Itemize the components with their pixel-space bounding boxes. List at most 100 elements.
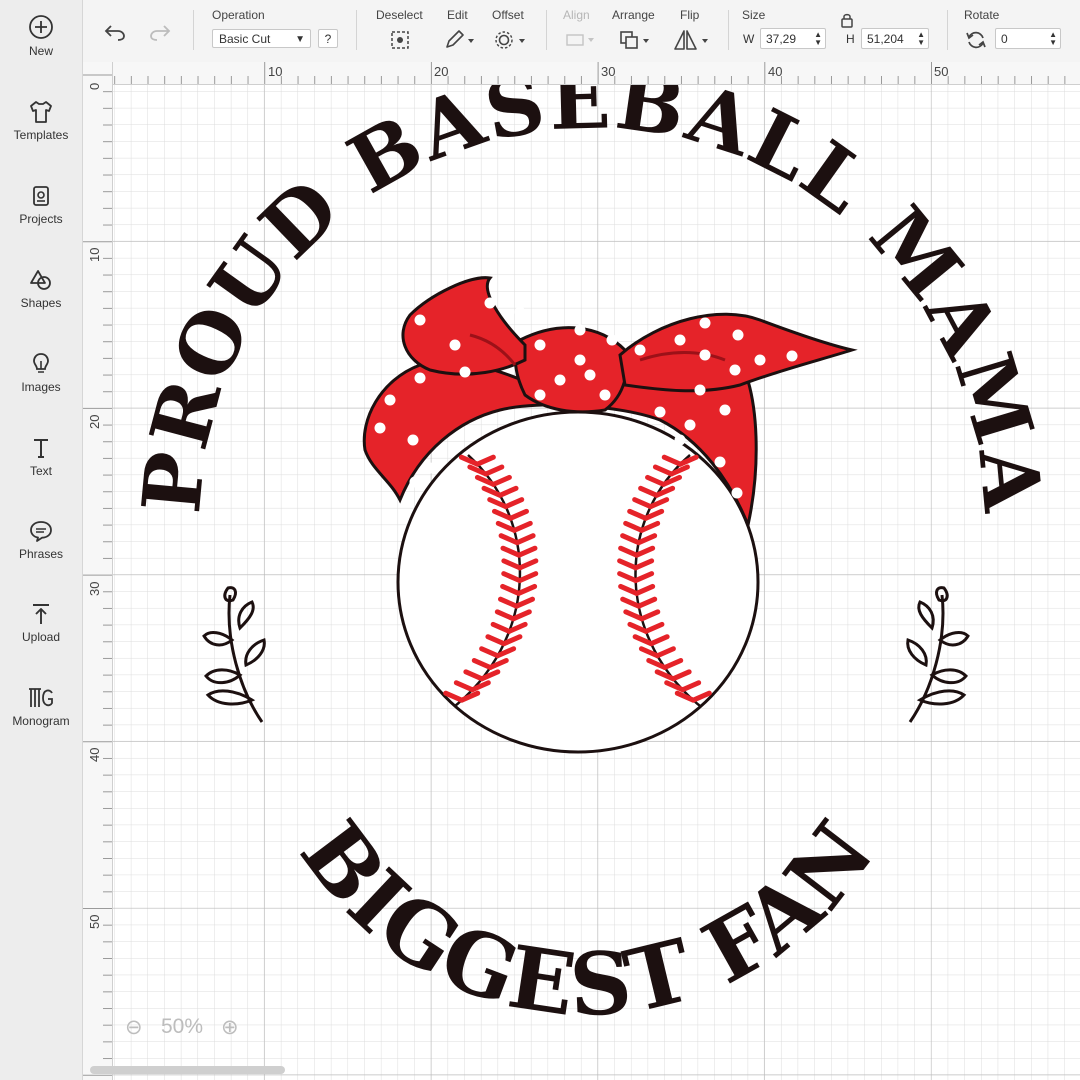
edit-group[interactable]: Edit [447, 8, 468, 22]
offset-icon[interactable] [493, 29, 529, 51]
polka-dot [684, 419, 696, 431]
operation-select[interactable]: Basic Cut ▼ [212, 29, 311, 48]
toolbar-divider [728, 10, 729, 50]
polka-dot [534, 339, 546, 351]
chevron-down-icon: ▼ [295, 34, 305, 45]
baseball-graphic[interactable] [396, 410, 760, 754]
sidebar-item-images[interactable]: Images [0, 352, 82, 394]
rotate-input[interactable]: 0 ▲ ▼ [995, 28, 1061, 49]
size-label: Size [742, 8, 766, 22]
align-group: Align [563, 8, 590, 22]
zoom-in-button[interactable]: ⊕ [221, 1015, 239, 1040]
lock-icon[interactable] [840, 12, 854, 28]
height-prefix: H [846, 32, 855, 46]
toolbar-divider [546, 10, 547, 50]
polka-dot [699, 317, 711, 329]
ruler-label: 40 [87, 747, 102, 762]
operation-label: Operation [212, 8, 265, 22]
polka-dot [719, 404, 731, 416]
polka-dot [534, 389, 546, 401]
deselect-icon[interactable] [389, 29, 411, 51]
polka-dot [554, 374, 566, 386]
sidebar-item-templates[interactable]: Templates [0, 100, 82, 142]
arrange-icon[interactable] [619, 29, 653, 51]
polka-dot [634, 344, 646, 356]
pencil-icon[interactable] [443, 29, 477, 51]
sidebar-item-text[interactable]: Text [0, 436, 82, 478]
sidebar-item-phrases[interactable]: Phrases [0, 519, 82, 561]
left-sidebar: New Templates Projects Shapes Images Tex… [0, 0, 83, 1080]
speech-bubble-icon [30, 521, 52, 542]
toolbar-divider [947, 10, 948, 50]
sidebar-item-label: Images [21, 380, 61, 394]
polka-dot [584, 369, 596, 381]
sidebar-item-label: Shapes [20, 296, 62, 310]
polka-dot [414, 372, 426, 384]
deselect-label: Deselect [376, 8, 423, 22]
rotate-label: Rotate [964, 8, 1000, 22]
polka-dot [694, 384, 706, 396]
offset-group[interactable]: Offset [492, 8, 524, 22]
rotate-value: 0 [1001, 32, 1008, 46]
align-icon [566, 34, 594, 46]
spinner-icon[interactable]: ▲ ▼ [1049, 31, 1057, 47]
polka-dot [574, 324, 586, 336]
sidebar-item-projects[interactable]: Projects [0, 184, 82, 226]
top-ruler-ticks [97, 62, 1066, 84]
polka-dot [374, 422, 386, 434]
rotate-group: Rotate [964, 8, 999, 22]
spinner-icon[interactable]: ▲ ▼ [814, 31, 822, 47]
ruler-label: 30 [87, 581, 102, 596]
sidebar-item-new[interactable]: New [0, 14, 82, 58]
polka-dot [654, 406, 666, 418]
operation-group: Operation [212, 8, 265, 22]
top-toolbar: Operation Basic Cut ▼ ? Deselect Edit Of… [83, 0, 1080, 63]
flip-icon[interactable] [673, 29, 713, 51]
sidebar-item-label: Monogram [12, 714, 70, 728]
height-value: 51,204 [867, 32, 904, 46]
zoom-level: 50% [161, 1015, 204, 1038]
polka-dot [674, 434, 686, 446]
polka-dot [731, 487, 743, 499]
sidebar-item-label: Projects [19, 212, 63, 226]
flip-group[interactable]: Flip [680, 8, 699, 22]
spinner-icon[interactable]: ▲ ▼ [917, 31, 925, 47]
polka-dot [449, 339, 461, 351]
lightbulb-icon [33, 353, 49, 373]
operation-value: Basic Cut [219, 32, 271, 46]
undo-icon[interactable] [103, 22, 127, 42]
polka-dot [484, 297, 496, 309]
deselect-group[interactable]: Deselect [376, 8, 423, 22]
canvas-artwork[interactable]: PROUD BASEBALL MAMA BIGGEST FAN [113, 85, 1080, 1080]
left-ruler: 0 10 20 30 40 50 [83, 62, 113, 1080]
sidebar-item-monogram[interactable]: Monogram [0, 686, 82, 728]
sidebar-item-shapes[interactable]: Shapes [0, 268, 82, 310]
redo-icon[interactable] [148, 22, 172, 42]
width-prefix: W [743, 32, 755, 46]
polka-dot [606, 334, 618, 346]
operation-help-button[interactable]: ? [318, 29, 338, 48]
arrange-label: Arrange [612, 8, 655, 22]
design-canvas[interactable]: PROUD BASEBALL MAMA BIGGEST FAN [113, 85, 1080, 1080]
sidebar-item-label: Text [29, 464, 52, 478]
zoom-out-button[interactable]: ⊖ [125, 1015, 143, 1040]
arrange-group[interactable]: Arrange [612, 8, 655, 22]
sidebar-item-label: Templates [13, 128, 69, 142]
rotate-icon[interactable] [965, 29, 987, 51]
sidebar-item-upload[interactable]: Upload [0, 602, 82, 644]
width-input[interactable]: 37,29 ▲ ▼ [760, 28, 826, 49]
edit-label: Edit [447, 8, 468, 22]
toolbar-divider [193, 10, 194, 50]
ruler-label: 30 [601, 64, 616, 79]
height-input[interactable]: 51,204 ▲ ▼ [861, 28, 929, 49]
align-label: Align [563, 8, 590, 22]
flip-label: Flip [680, 8, 700, 22]
polka-dot [409, 476, 421, 488]
upload-icon [33, 604, 49, 624]
horizontal-scrollbar[interactable] [90, 1066, 285, 1074]
ruler-label: 20 [87, 414, 102, 429]
polka-dot [407, 434, 419, 446]
width-value: 37,29 [766, 32, 797, 46]
tshirt-icon [30, 101, 52, 123]
ruler-label: 10 [268, 64, 283, 79]
